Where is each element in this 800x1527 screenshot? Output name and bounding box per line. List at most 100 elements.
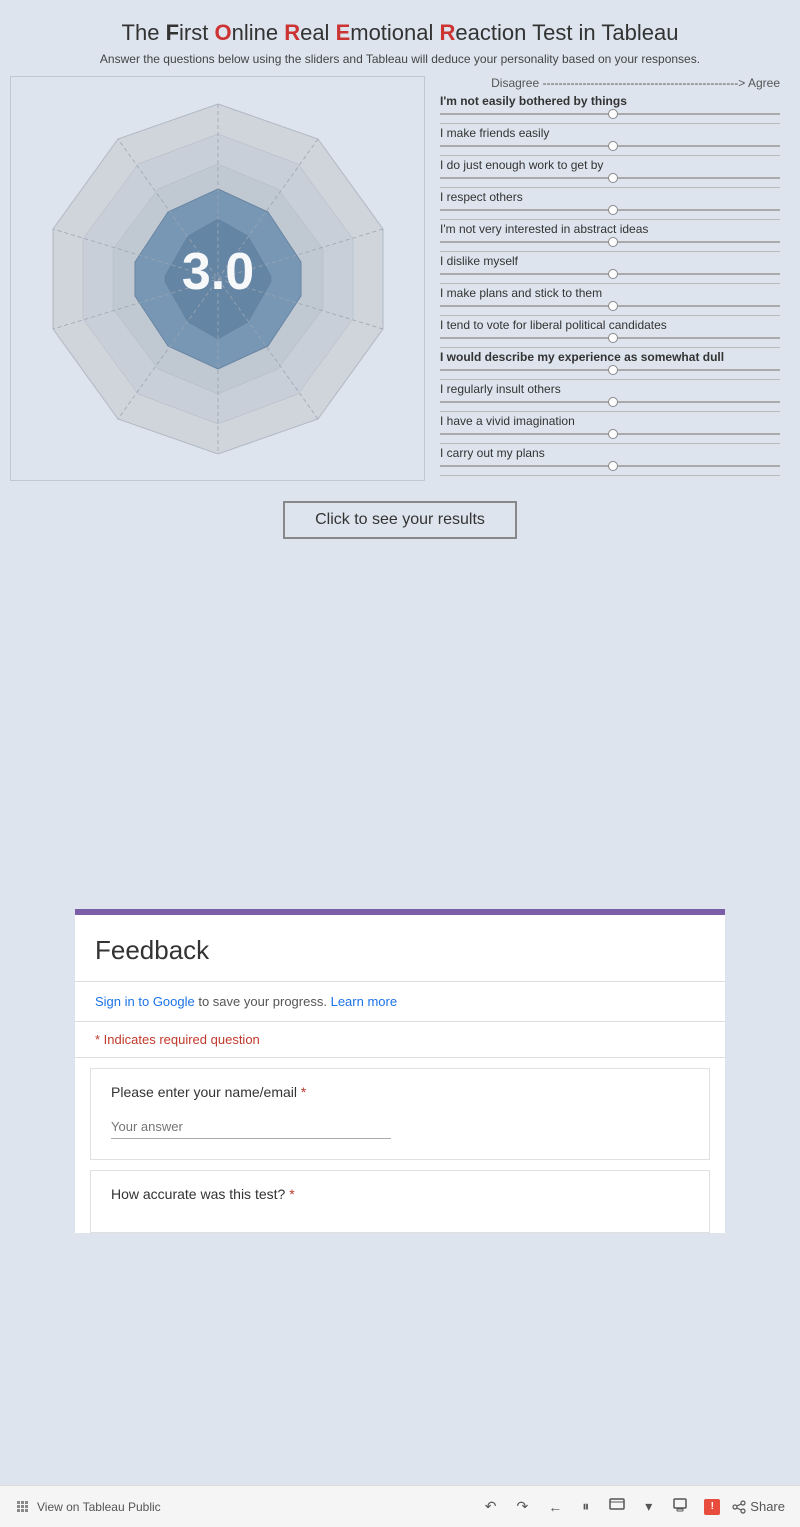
question-label: I make plans and stick to them bbox=[440, 286, 780, 300]
slider-thumb[interactable] bbox=[608, 269, 618, 279]
question-label: I regularly insult others bbox=[440, 382, 780, 396]
question-item: I would describe my experience as somewh… bbox=[440, 350, 780, 380]
slider-track[interactable] bbox=[440, 209, 780, 211]
slider-row[interactable] bbox=[440, 205, 780, 215]
question1-label: Please enter your name/email * bbox=[111, 1084, 689, 1100]
question-label: I make friends easily bbox=[440, 126, 780, 140]
page-title: The First Online Real Emotional Reaction… bbox=[40, 20, 760, 46]
slider-thumb[interactable] bbox=[608, 429, 618, 439]
question-label: I'm not easily bothered by things bbox=[440, 94, 780, 108]
question-item: I carry out my plans bbox=[440, 446, 780, 476]
question-item: I'm not easily bothered by things bbox=[440, 94, 780, 124]
share-label: Share bbox=[750, 1499, 785, 1514]
signin-suffix: to save your progress. bbox=[195, 994, 327, 1009]
device-icon[interactable] bbox=[668, 1495, 692, 1518]
feedback-signin-row: Sign in to Google to save your progress.… bbox=[75, 982, 725, 1022]
slider-divider bbox=[440, 379, 780, 380]
slider-divider bbox=[440, 347, 780, 348]
results-button[interactable]: Click to see your results bbox=[283, 501, 517, 539]
slider-track[interactable] bbox=[440, 401, 780, 403]
slider-track[interactable] bbox=[440, 433, 780, 435]
questions-container: I'm not easily bothered by things I make … bbox=[440, 94, 780, 476]
slider-divider bbox=[440, 411, 780, 412]
slider-track[interactable] bbox=[440, 273, 780, 275]
slider-row[interactable] bbox=[440, 461, 780, 471]
question-item: I make friends easily bbox=[440, 126, 780, 156]
question-item: I dislike myself bbox=[440, 254, 780, 284]
question-label: I dislike myself bbox=[440, 254, 780, 268]
slider-row[interactable] bbox=[440, 365, 780, 375]
empty-space bbox=[0, 559, 800, 909]
question-item: I make plans and stick to them bbox=[440, 286, 780, 316]
share-icon bbox=[732, 1500, 746, 1514]
slider-thumb[interactable] bbox=[608, 141, 618, 151]
slider-thumb[interactable] bbox=[608, 397, 618, 407]
slider-row[interactable] bbox=[440, 109, 780, 119]
page-bottom bbox=[0, 1243, 800, 1293]
slider-thumb[interactable] bbox=[608, 173, 618, 183]
page-header: The First Online Real Emotional Reaction… bbox=[0, 0, 800, 76]
question-item: I tend to vote for liberal political can… bbox=[440, 318, 780, 348]
slider-thumb[interactable] bbox=[608, 205, 618, 215]
slider-divider bbox=[440, 219, 780, 220]
learn-more-link[interactable]: Learn more bbox=[331, 994, 397, 1009]
feedback-question-2: How accurate was this test? * bbox=[90, 1170, 710, 1233]
feedback-question-1: Please enter your name/email * bbox=[90, 1068, 710, 1160]
redo-icon[interactable]: ↷ bbox=[513, 1496, 533, 1517]
slider-track[interactable] bbox=[440, 305, 780, 307]
slider-track[interactable] bbox=[440, 369, 780, 371]
slider-row[interactable] bbox=[440, 301, 780, 311]
slider-divider bbox=[440, 475, 780, 476]
share-button[interactable]: Share bbox=[732, 1499, 785, 1514]
slider-divider bbox=[440, 443, 780, 444]
toolbar-left: View on Tableau Public bbox=[15, 1499, 466, 1515]
slider-thumb[interactable] bbox=[608, 109, 618, 119]
radar-svg: 3.0 bbox=[23, 84, 413, 474]
slider-thumb[interactable] bbox=[608, 461, 618, 471]
scale-label: Disagree -------------------------------… bbox=[440, 76, 780, 94]
slider-thumb[interactable] bbox=[608, 365, 618, 375]
back-icon[interactable]: ← bbox=[544, 1497, 566, 1517]
question-item: I do just enough work to get by bbox=[440, 158, 780, 188]
radar-chart: 3.0 bbox=[23, 84, 413, 474]
slider-row[interactable] bbox=[440, 333, 780, 343]
question-item: I have a vivid imagination bbox=[440, 414, 780, 444]
answer-input[interactable] bbox=[111, 1115, 391, 1139]
slider-track[interactable] bbox=[440, 177, 780, 179]
slider-thumb[interactable] bbox=[608, 237, 618, 247]
slider-track[interactable] bbox=[440, 241, 780, 243]
required-note: * Indicates required question bbox=[75, 1022, 725, 1058]
slider-row[interactable] bbox=[440, 237, 780, 247]
question-label: I tend to vote for liberal political can… bbox=[440, 318, 780, 332]
slider-track[interactable] bbox=[440, 145, 780, 147]
slider-row[interactable] bbox=[440, 397, 780, 407]
undo-icon[interactable]: ↶ bbox=[481, 1496, 501, 1517]
question-label: I have a vivid imagination bbox=[440, 414, 780, 428]
toolbar-view-label[interactable]: View on Tableau Public bbox=[37, 1500, 161, 1514]
toolbar-right: ↶ ↷ ← ⏸ ▾ ! bbox=[481, 1495, 785, 1518]
main-content: 3.0 Disagree ---------------------------… bbox=[0, 76, 800, 481]
slider-track[interactable] bbox=[440, 337, 780, 339]
slider-divider bbox=[440, 315, 780, 316]
slider-track[interactable] bbox=[440, 113, 780, 115]
slider-divider bbox=[440, 123, 780, 124]
pause-icon[interactable]: ⏸ bbox=[578, 1496, 593, 1517]
question-label: I'm not very interested in abstract idea… bbox=[440, 222, 780, 236]
slider-row[interactable] bbox=[440, 141, 780, 151]
slider-row[interactable] bbox=[440, 173, 780, 183]
question-label: I respect others bbox=[440, 190, 780, 204]
slider-thumb[interactable] bbox=[608, 301, 618, 311]
slider-track[interactable] bbox=[440, 465, 780, 467]
window-dropdown-icon[interactable]: ▾ bbox=[641, 1496, 656, 1517]
question2-label: How accurate was this test? * bbox=[111, 1186, 689, 1202]
question-label: I would describe my experience as somewh… bbox=[440, 350, 780, 364]
slider-row[interactable] bbox=[440, 429, 780, 439]
slider-divider bbox=[440, 187, 780, 188]
slider-row[interactable] bbox=[440, 269, 780, 279]
radar-value: 3.0 bbox=[181, 243, 253, 301]
signin-link[interactable]: Sign in to Google bbox=[95, 994, 195, 1009]
slider-thumb[interactable] bbox=[608, 333, 618, 343]
feedback-section: Feedback Sign in to Google to save your … bbox=[75, 909, 725, 1233]
feedback-header: Feedback bbox=[75, 915, 725, 982]
window-icon[interactable] bbox=[605, 1496, 629, 1517]
